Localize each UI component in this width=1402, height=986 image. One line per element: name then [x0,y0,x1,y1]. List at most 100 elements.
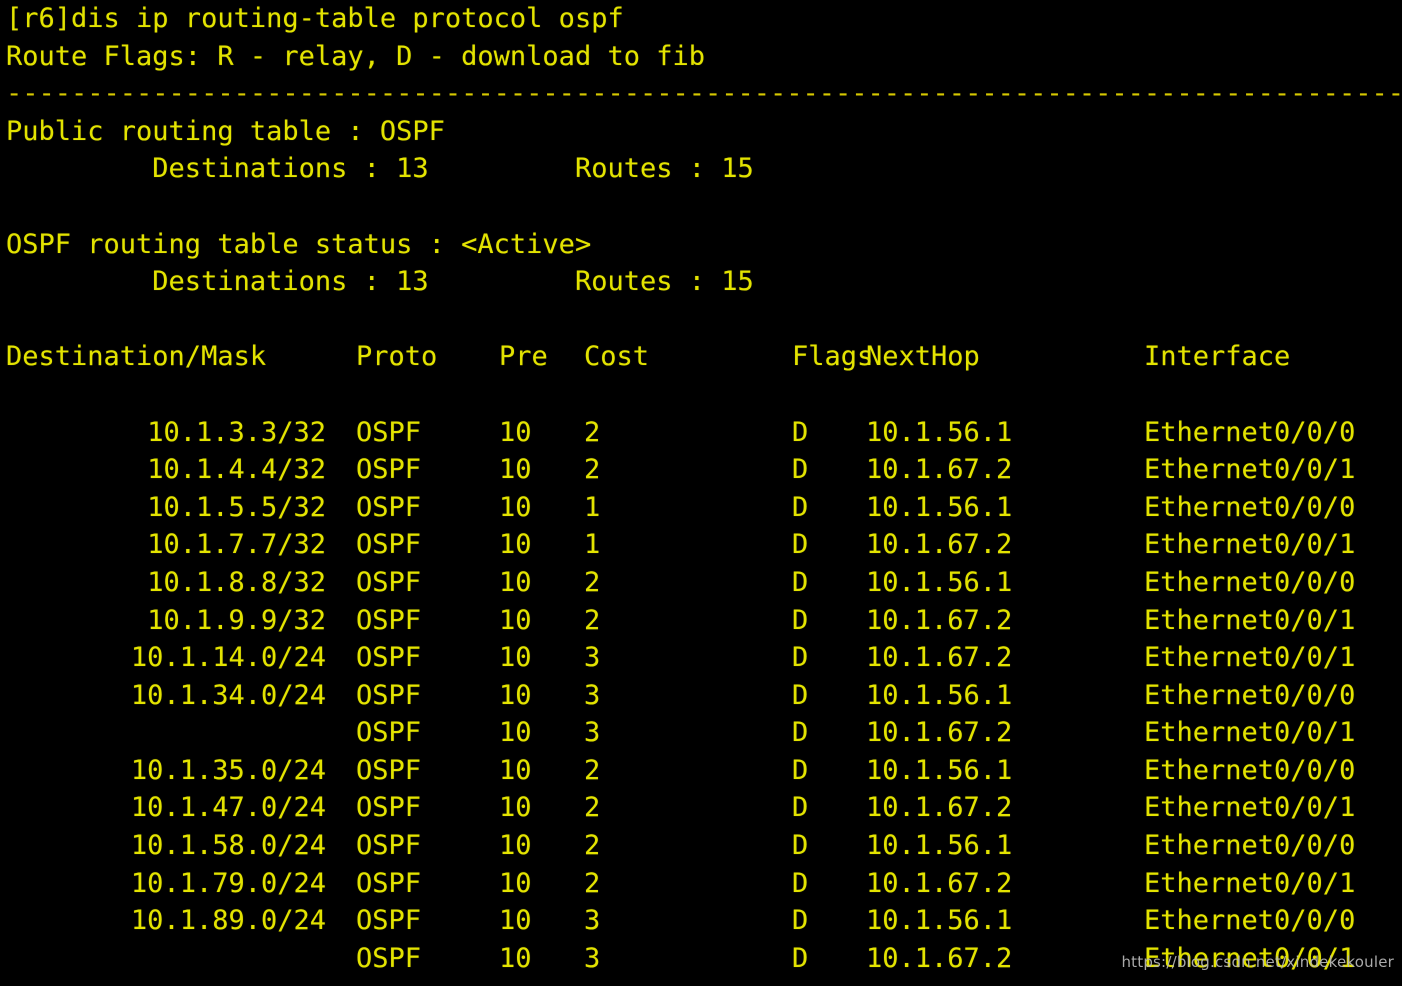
route-flags-legend: Route Flags: R - relay, D - download to … [6,40,705,72]
cell-pre: 10 [499,830,532,862]
cell-pre: 10 [499,454,532,486]
cell-proto: OSPF [356,905,422,937]
cell-interface: Ethernet0/0/0 [1144,566,1356,598]
table-row: OSPF 10 3 D 10.1.67.2 Ethernet0/0/1 [0,714,1402,752]
command-prompt-line: [r6]dis ip routing-table protocol ospf [6,3,624,34]
cell-cost: 1 [584,491,601,523]
routing-table-body: 10.1.3.3/32 OSPF 10 2 D 10.1.56.1 Ethernet0/0/… [0,414,1402,978]
cell-pre: 10 [499,792,532,824]
cell-cost: 2 [584,454,601,486]
table-row: 10.1.8.8/32 OSPF 10 2 D 10.1.56.1 Ethernet0/0/… [0,564,1402,602]
cell-cost: 1 [584,529,601,561]
cell-flags: D [792,830,809,862]
cell-proto: OSPF [356,754,422,786]
cell-pre: 10 [499,867,532,899]
cell-flags: D [792,942,809,974]
cell-flags: D [792,905,809,937]
column-header-cost: Cost [584,341,650,373]
cell-proto: OSPF [356,717,422,749]
cell-proto: OSPF [356,830,422,862]
table-row: 10.1.79.0/24 OSPF 10 2 D 10.1.67.2 Ethernet0/0… [0,865,1402,903]
cell-pre: 10 [499,491,532,523]
table-row: 10.1.35.0/24 OSPF 10 2 D 10.1.56.1 Ethernet0/0… [0,752,1402,790]
cell-interface: Ethernet0/0/1 [1144,529,1356,561]
cell-destination: 10.1.7.7/32 [147,529,326,561]
cell-interface: Ethernet0/0/1 [1144,867,1356,899]
public-routing-table-label: Public routing table : OSPF [6,115,445,147]
cell-nexthop: 10.1.56.1 [866,491,1013,523]
cell-interface: Ethernet0/0/0 [1144,416,1356,448]
cell-flags: D [792,454,809,486]
cell-destination: 10.1.35.0/24 [130,754,326,786]
cell-destination: 10.1.8.8/32 [147,566,326,598]
table-header-row: Destination/Mask Proto Pre Cost Flags Ne… [0,338,1402,376]
table-row: 10.1.58.0/24 OSPF 10 2 D 10.1.56.1 Ethernet0/0… [0,827,1402,865]
column-header-pre: Pre [499,341,548,373]
cell-flags: D [792,679,809,711]
cell-interface: Ethernet0/0/0 [1144,754,1356,786]
cell-flags: D [792,491,809,523]
cell-interface: Ethernet0/0/0 [1144,830,1356,862]
cell-cost: 3 [584,942,601,974]
table-row: 10.1.5.5/32 OSPF 10 1 D 10.1.56.1 Ethernet0/0/… [0,489,1402,527]
cell-cost: 3 [584,905,601,937]
cell-nexthop: 10.1.56.1 [866,416,1013,448]
cell-cost: 2 [584,792,601,824]
cell-cost: 3 [584,642,601,674]
cell-destination: 10.1.47.0/24 [130,792,326,824]
cell-proto: OSPF [356,642,422,674]
table-row: 10.1.7.7/32 OSPF 10 1 D 10.1.67.2 Ethernet0/0/… [0,526,1402,564]
column-header-destination: Destination/Mask [6,341,267,373]
separator-line: ----------------------------------------… [6,78,1402,110]
cell-nexthop: 10.1.67.2 [866,642,1013,674]
cell-destination: 10.1.14.0/24 [130,642,326,674]
cell-flags: D [792,717,809,749]
cell-destination: 10.1.5.5/32 [147,491,326,523]
cell-flags: D [792,416,809,448]
terminal-window[interactable]: [r6]dis ip routing-table protocol ospf R… [0,0,1402,986]
cell-nexthop: 10.1.67.2 [866,717,1013,749]
table-row: 10.1.14.0/24 OSPF 10 3 D 10.1.67.2 Ethernet0/0… [0,639,1402,677]
cell-pre: 10 [499,679,532,711]
cell-proto: OSPF [356,604,422,636]
cell-nexthop: 10.1.56.1 [866,754,1013,786]
cell-interface: Ethernet0/0/0 [1144,679,1356,711]
cell-cost: 3 [584,679,601,711]
cell-proto: OSPF [356,529,422,561]
cell-flags: D [792,529,809,561]
cell-flags: D [792,792,809,824]
ospf-routing-table-counts: Destinations : 13 Routes : 15 [6,266,754,298]
cell-cost: 2 [584,604,601,636]
cell-interface: Ethernet0/0/0 [1144,491,1356,523]
cell-cost: 2 [584,754,601,786]
cell-destination: 10.1.34.0/24 [130,679,326,711]
cell-destination: 10.1.3.3/32 [147,416,326,448]
column-header-interface: Interface [1144,341,1291,373]
cell-nexthop: 10.1.56.1 [866,905,1013,937]
cell-flags: D [792,604,809,636]
cell-flags: D [792,754,809,786]
table-row: 10.1.4.4/32 OSPF 10 2 D 10.1.67.2 Ethernet0/0/… [0,451,1402,489]
cell-proto: OSPF [356,942,422,974]
table-row: OSPF 10 3 D 10.1.67.2 Ethernet0/0/1 [0,940,1402,978]
cell-interface: Ethernet0/0/1 [1144,942,1356,974]
cell-interface: Ethernet0/0/1 [1144,717,1356,749]
cell-destination: 10.1.4.4/32 [147,454,326,486]
cell-interface: Ethernet0/0/1 [1144,604,1356,636]
cell-proto: OSPF [356,416,422,448]
cell-interface: Ethernet0/0/1 [1144,642,1356,674]
cell-proto: OSPF [356,491,422,523]
cell-nexthop: 10.1.67.2 [866,604,1013,636]
cell-destination: 10.1.79.0/24 [130,867,326,899]
cell-nexthop: 10.1.56.1 [866,830,1013,862]
cell-interface: Ethernet0/0/0 [1144,905,1356,937]
cell-nexthop: 10.1.67.2 [866,792,1013,824]
table-row: 10.1.89.0/24 OSPF 10 3 D 10.1.56.1 Ethernet0/0… [0,902,1402,940]
cell-nexthop: 10.1.67.2 [866,529,1013,561]
column-header-proto: Proto [356,341,438,373]
cell-cost: 3 [584,717,601,749]
cell-pre: 10 [499,905,532,937]
